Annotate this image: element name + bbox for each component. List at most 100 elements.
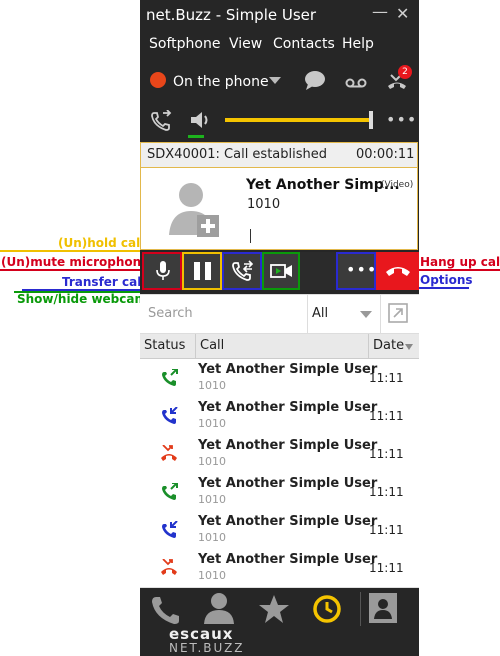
column-divider	[195, 334, 196, 358]
history-row[interactable]: Yet Another Simple User 1010 11:11	[140, 397, 419, 436]
close-button[interactable]: ✕	[396, 4, 409, 23]
history-search-bar: Search All	[140, 294, 419, 334]
history-call-time: 11:11	[369, 485, 404, 499]
transfer-icon	[232, 260, 254, 281]
speaker-icon[interactable]	[189, 110, 213, 130]
status-dropdown-icon[interactable]	[269, 77, 281, 84]
outgoing-call-icon	[162, 369, 178, 386]
call-status-text: SDX40001: Call established	[147, 147, 328, 162]
history-contact-name: Yet Another Simple User	[198, 514, 378, 529]
annotation-hold-underline	[0, 250, 140, 252]
column-status[interactable]: Status	[144, 338, 185, 353]
dtmf-input-caret[interactable]	[250, 229, 251, 243]
history-contact-number: 1010	[198, 417, 226, 430]
caller-number: 1010	[247, 197, 281, 212]
missed-call-icon	[161, 559, 177, 575]
add-contact-icon[interactable]	[169, 179, 225, 241]
brand-product: net.buzz	[169, 641, 245, 655]
menu-softphone[interactable]: Softphone	[149, 36, 220, 52]
favorites-icon[interactable]	[258, 594, 290, 624]
annotation-webcam: Show/hide webcam	[17, 292, 147, 306]
title-bar: net.Buzz - Simple User — ✕	[140, 0, 419, 30]
window-title: net.Buzz - Simple User	[146, 6, 317, 24]
bottom-nav: escaux net.buzz	[140, 588, 419, 656]
more-options-icon[interactable]: •••	[386, 110, 417, 129]
minimize-button[interactable]: —	[372, 2, 388, 21]
volume-slider-track[interactable]	[225, 118, 373, 122]
volume-slider-handle[interactable]	[369, 111, 373, 129]
hangup-button[interactable]	[376, 252, 419, 290]
history-clock-icon[interactable]	[312, 594, 342, 624]
call-header: SDX40001: Call established 00:00:11	[141, 143, 417, 168]
search-input[interactable]: Search	[148, 306, 193, 321]
history-contact-number: 1010	[198, 493, 226, 506]
annotation-mute-underline	[0, 269, 140, 271]
menu-contacts[interactable]: Contacts	[273, 36, 335, 52]
caller-name: Yet Another Simp...	[246, 177, 400, 193]
outgoing-call-icon	[162, 483, 178, 500]
options-button[interactable]: •••	[336, 252, 376, 290]
call-forward-icon[interactable]	[150, 110, 172, 132]
history-contact-number: 1010	[198, 531, 226, 544]
pause-icon-bar	[205, 262, 211, 280]
missed-calls-badge: 2	[398, 65, 412, 79]
transfer-button[interactable]	[222, 252, 262, 290]
column-date[interactable]: Date	[373, 338, 404, 353]
search-divider	[307, 295, 308, 333]
history-call-time: 11:11	[369, 409, 404, 423]
filter-select[interactable]: All	[312, 306, 328, 321]
audio-row: •••	[140, 102, 419, 138]
mute-button[interactable]	[142, 252, 182, 290]
history-row[interactable]: Yet Another Simple User 1010 11:11	[140, 549, 419, 588]
contacts-icon[interactable]	[202, 592, 236, 624]
sort-desc-icon[interactable]	[405, 344, 413, 350]
annotation-hold: (Un)hold call	[58, 236, 145, 250]
history-call-time: 11:11	[369, 561, 404, 575]
history-contact-number: 1010	[198, 455, 226, 468]
column-call[interactable]: Call	[200, 338, 224, 353]
annotation-options: Options	[420, 273, 473, 287]
profile-card-icon[interactable]	[368, 592, 398, 624]
annotation-hangup: Hang up call	[420, 255, 500, 269]
history-contact-name: Yet Another Simple User	[198, 362, 378, 377]
history-contact-number: 1010	[198, 569, 226, 582]
menu-view[interactable]: View	[229, 36, 262, 52]
speaker-active-indicator	[188, 135, 204, 138]
video-tag: (Video)	[381, 180, 414, 190]
menu-help[interactable]: Help	[342, 36, 374, 52]
hangup-icon	[386, 267, 410, 276]
annotation-options-underline	[419, 287, 469, 289]
softphone-window: net.Buzz - Simple User — ✕ Softphone Vie…	[140, 0, 419, 656]
webcam-button[interactable]	[262, 252, 300, 290]
search-divider-2	[380, 295, 381, 333]
annotation-mute: (Un)mute microphone	[1, 255, 150, 269]
history-call-time: 11:11	[369, 371, 404, 385]
history-row[interactable]: Yet Another Simple User 1010 11:11	[140, 473, 419, 512]
filter-dropdown-icon[interactable]	[360, 311, 372, 318]
column-divider-2	[368, 334, 369, 358]
history-row[interactable]: Yet Another Simple User 1010 11:11	[140, 511, 419, 550]
history-contact-number: 1010	[198, 379, 226, 392]
phone-icon[interactable]	[150, 594, 182, 626]
history-row[interactable]: Yet Another Simple User 1010 11:11	[140, 435, 419, 474]
external-open-icon[interactable]	[388, 303, 408, 323]
phone-status-icon	[150, 72, 166, 88]
history-contact-name: Yet Another Simple User	[198, 552, 378, 567]
status-label[interactable]: On the phone	[173, 74, 269, 90]
chat-icon[interactable]	[303, 70, 327, 92]
incoming-call-icon	[162, 407, 178, 424]
nav-divider	[360, 592, 361, 626]
history-contact-name: Yet Another Simple User	[198, 438, 378, 453]
status-row: On the phone 2	[140, 62, 419, 102]
pause-icon	[194, 262, 200, 280]
missed-call-icon	[161, 445, 177, 461]
hold-button[interactable]	[182, 252, 222, 290]
voicemail-icon[interactable]	[345, 78, 367, 88]
history-row[interactable]: Yet Another Simple User 1010 11:11	[140, 359, 419, 398]
history-call-time: 11:11	[369, 523, 404, 537]
menu-bar: Softphone View Contacts Help	[140, 34, 419, 56]
annotation-transfer: Transfer call	[62, 275, 146, 289]
annotation-webcam-underline	[14, 291, 140, 293]
control-spacer	[300, 252, 336, 290]
history-column-header: Status Call Date	[140, 334, 419, 359]
